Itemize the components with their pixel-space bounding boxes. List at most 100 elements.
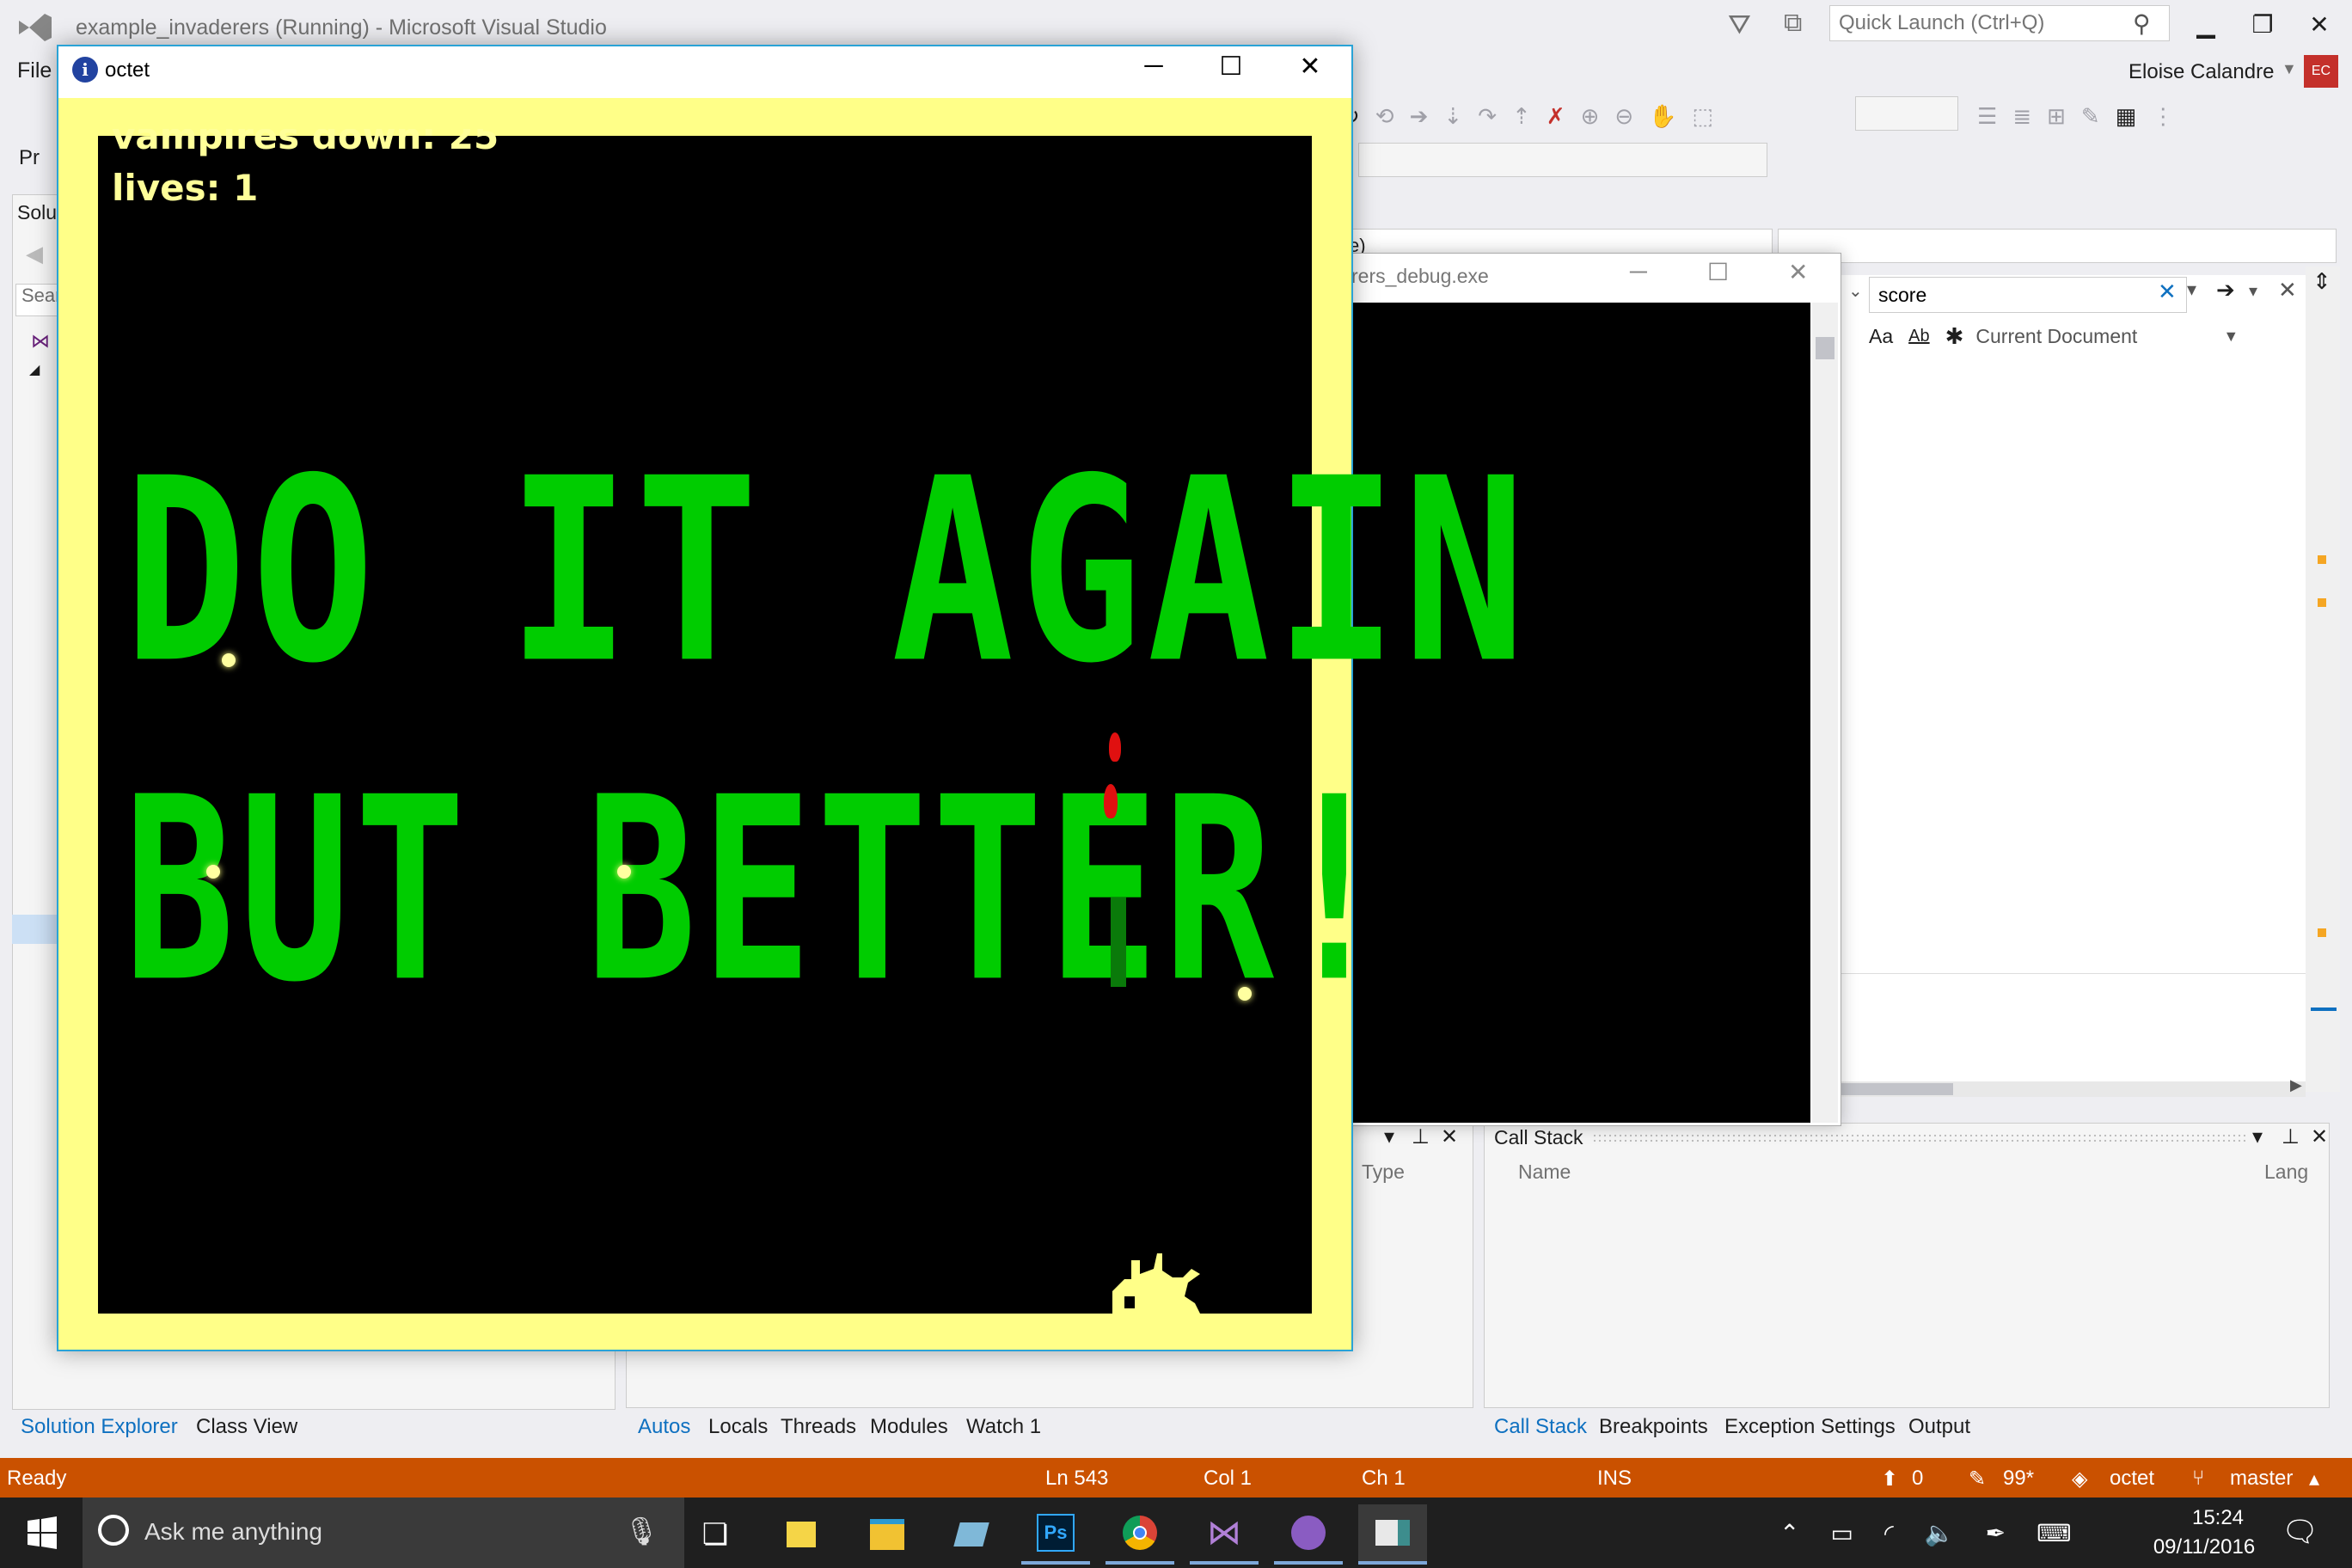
wifi-icon[interactable]: ◜ (1884, 1519, 1894, 1547)
callstack-dropdown-icon[interactable]: ▾ (2252, 1124, 2263, 1149)
windows-start-icon[interactable] (0, 1498, 83, 1568)
clock-time[interactable]: 15:24 (2175, 1506, 2261, 1530)
scroll-thumb[interactable] (1841, 1083, 1953, 1095)
close-button[interactable]: ✕ (1788, 258, 1808, 286)
volume-icon[interactable]: 🔈 (1925, 1519, 1955, 1547)
minimize-button[interactable]: ▁ (2178, 5, 2233, 43)
find-scope[interactable]: Current Document (1975, 325, 2137, 348)
battery-icon[interactable]: ▭ (1830, 1519, 1853, 1547)
autos-dropdown-icon[interactable]: ▾ (1384, 1124, 1394, 1149)
close-icon[interactable]: ✕ (1441, 1124, 1458, 1149)
status-unpushed[interactable]: 0 (1912, 1467, 1923, 1491)
branch-icon[interactable]: ⑂ (2192, 1467, 2204, 1491)
photoshop-icon[interactable]: Ps (1021, 1504, 1090, 1565)
code-editor[interactable] (1841, 275, 2306, 1092)
tab-label[interactable]: Solution Explorer (21, 1415, 178, 1439)
status-branch[interactable]: master (2230, 1467, 2293, 1491)
pen-icon[interactable]: ✒ (1986, 1519, 2006, 1547)
scroll-thumb[interactable] (1816, 337, 1834, 359)
title-grip[interactable] (1592, 1133, 2245, 1145)
expand-arrow-icon[interactable]: ◢ (29, 361, 40, 378)
close-find-icon[interactable]: ✕ (2278, 277, 2297, 303)
show-next-statement-icon[interactable]: ➔ (1410, 103, 1429, 130)
editor-vertical-scrollbar[interactable] (2306, 266, 2340, 1092)
taskbar-search-input[interactable]: Ask me anything (144, 1518, 322, 1546)
tab-label[interactable]: Class View (196, 1415, 297, 1439)
tab-autos[interactable]: Autos (638, 1415, 690, 1439)
avatar[interactable]: EC (2304, 55, 2338, 88)
search-icon[interactable]: ⚲ (2133, 9, 2151, 38)
tab-breakpoints[interactable]: Breakpoints (1599, 1415, 1708, 1439)
split-icon[interactable]: ⇕ (2312, 268, 2331, 295)
scroll-right-icon[interactable]: ▶ (2290, 1076, 2302, 1094)
pencil-icon[interactable]: ✎ (1969, 1467, 1986, 1491)
zoom-out-icon[interactable]: ⊖ (1614, 103, 1633, 130)
maximize-button[interactable]: ☐ (1707, 258, 1729, 286)
microphone-icon[interactable]: 🎙 (624, 1515, 659, 1547)
call-stack-name-header[interactable]: Name (1518, 1161, 1571, 1184)
task-view-icon[interactable]: ❏ (681, 1504, 750, 1565)
repo-icon[interactable]: ◈ (2072, 1467, 2087, 1491)
find-expand-icon[interactable]: ⌄ (1848, 280, 1863, 302)
octet-app-icon[interactable] (1358, 1504, 1427, 1565)
tab-exception-settings[interactable]: Exception Settings (1724, 1415, 1896, 1439)
select-icon[interactable]: ⬚ (1693, 103, 1714, 130)
toolbar-combo[interactable] (1855, 96, 1958, 131)
find-next-icon[interactable]: ➔ (2216, 277, 2235, 303)
clear-icon[interactable]: ✕ (2158, 279, 2177, 305)
toolbar-combo-2[interactable] (1358, 143, 1767, 177)
frame-icon[interactable]: ▦ (2116, 103, 2137, 130)
action-center-icon[interactable]: 🗨 (2282, 1515, 2318, 1549)
status-repo[interactable]: octet (2110, 1467, 2154, 1491)
menu-file[interactable]: File (17, 58, 52, 83)
restore-button[interactable]: ❐ (2235, 5, 2290, 43)
file-explorer-icon[interactable] (853, 1504, 922, 1565)
match-word-icon[interactable]: Ab (1908, 327, 1929, 346)
status-changes[interactable]: 99* (2003, 1467, 2034, 1491)
user-name[interactable]: Eloise Calandre (2128, 60, 2274, 84)
quick-launch-input[interactable] (1837, 10, 2124, 36)
pin-icon[interactable]: ⊥ (2282, 1124, 2300, 1149)
clock-date[interactable]: 09/11/2016 (2144, 1535, 2264, 1559)
feedback-icon[interactable]: ⧉ (1784, 9, 1802, 38)
tab-call-stack[interactable]: Call Stack (1494, 1415, 1587, 1439)
visual-studio-icon[interactable]: ⋈ (1190, 1504, 1259, 1565)
breakpoint-toggle-icon[interactable]: ✗ (1547, 103, 1565, 130)
solution-node-icon[interactable]: ⋈ (31, 330, 50, 352)
close-button[interactable]: ✕ (2292, 5, 2347, 43)
tab-threads[interactable]: Threads (781, 1415, 856, 1439)
close-button[interactable]: ✕ (1284, 52, 1336, 82)
pin-icon[interactable]: ⊥ (1412, 1124, 1430, 1149)
zoom-in-icon[interactable]: ⊕ (1581, 103, 1600, 130)
back-icon[interactable]: ◀ (26, 241, 43, 267)
diagnostics-icon[interactable]: ⊞ (2047, 103, 2066, 130)
chevron-up-icon[interactable]: ▴ (2309, 1467, 2319, 1491)
find-box[interactable] (1869, 277, 2187, 313)
up-arrow-icon[interactable]: ⬆ (1881, 1467, 1898, 1491)
format-icon[interactable]: ≣ (2012, 103, 2031, 130)
tab-modules[interactable]: Modules (870, 1415, 948, 1439)
find-input[interactable] (1877, 282, 2138, 308)
step-into-icon[interactable]: ⇣ (1443, 103, 1462, 130)
tab-watch-1[interactable]: Watch 1 (966, 1415, 1041, 1439)
show-hidden-icons-icon[interactable]: ⌃ (1779, 1519, 1799, 1547)
toolbar-fragment[interactable]: Pr (19, 146, 40, 170)
chrome-icon[interactable] (1106, 1504, 1174, 1565)
github-icon[interactable] (1274, 1504, 1343, 1565)
align-icon[interactable]: ☰ (1977, 103, 1997, 130)
game-canvas[interactable] (98, 136, 1312, 1314)
step-over-icon[interactable]: ↷ (1478, 103, 1497, 130)
notifications-filter-icon[interactable]: ⛛ (1728, 9, 1751, 41)
options-icon[interactable]: ⋮ (2152, 103, 2174, 130)
minimize-button[interactable]: ─ (1128, 52, 1179, 81)
chevron-down-icon[interactable]: ▼ (2223, 328, 2239, 346)
refresh-icon[interactable]: ⟲ (1375, 103, 1394, 130)
sticky-notes-icon[interactable] (767, 1504, 836, 1565)
minimize-button[interactable]: ─ (1630, 258, 1647, 285)
step-out-icon[interactable]: ⇡ (1512, 103, 1531, 130)
tab-locals[interactable]: Locals (708, 1415, 768, 1439)
keyboard-icon[interactable]: ⌨ (2037, 1519, 2071, 1547)
find-dropdown-icon[interactable]: ▾ (2249, 280, 2257, 302)
cortana-icon[interactable] (98, 1515, 129, 1546)
close-icon[interactable]: ✕ (2311, 1124, 2328, 1149)
